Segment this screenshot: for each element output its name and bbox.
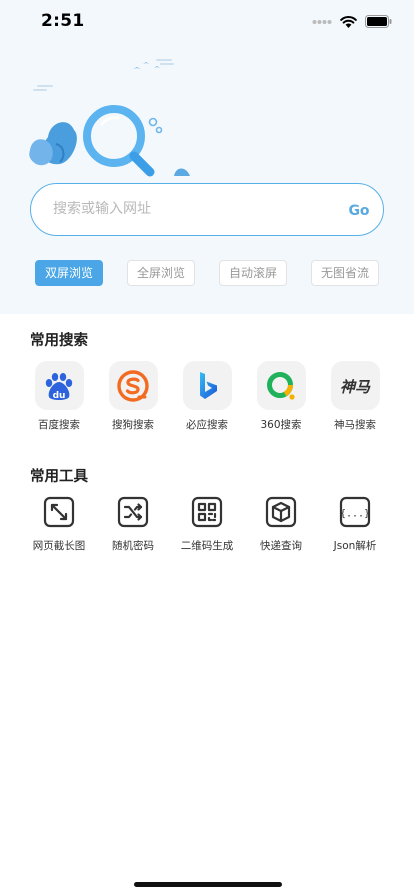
status-bar: 2:51 (0, 0, 414, 46)
engine-sogou[interactable]: 搜狗搜索 (96, 361, 170, 432)
engine-bing[interactable]: 必应搜索 (170, 361, 244, 432)
baidu-logo-text: du (53, 391, 66, 401)
wifi-icon (340, 16, 357, 28)
browse-mode-tabs: 双屏浏览 全屏浏览 自动滚屏 无图省流 (35, 260, 385, 286)
tab-auto-scroll[interactable]: 自动滚屏 (219, 260, 287, 286)
search-illustration (29, 59, 190, 177)
tool-label: 网页截长图 (32, 540, 86, 552)
tool-long-screenshot[interactable]: 网页截长图 (22, 495, 96, 553)
tool-random-password[interactable]: 随机密码 (96, 495, 170, 553)
shuffle-icon (109, 495, 158, 529)
search-bar[interactable]: Go (30, 183, 384, 236)
engine-baidu[interactable]: du 百度搜索 (22, 361, 96, 432)
tool-label: Json解析 (333, 540, 377, 552)
360-icon (256, 361, 306, 410)
expand-icon (35, 495, 84, 529)
tool-label: 快递查询 (260, 540, 302, 552)
tool-json-parse[interactable]: {...} Json解析 (318, 495, 392, 553)
bing-icon (182, 361, 232, 410)
tool-express-query[interactable]: 快递查询 (244, 495, 318, 553)
bird-icon (133, 62, 160, 69)
shenma-icon: 神马 (330, 361, 380, 410)
package-icon (257, 495, 306, 529)
home-indicator[interactable] (134, 882, 282, 887)
json-icon-text: {...} (340, 509, 370, 520)
engine-label: 360搜索 (260, 419, 302, 431)
search-input[interactable] (53, 184, 333, 234)
go-label: Go (348, 203, 369, 219)
engine-label: 百度搜索 (38, 419, 80, 431)
signal-icon (312, 19, 332, 24)
cloud-icon (33, 59, 174, 91)
shell-icon (174, 168, 190, 176)
tool-label: 随机密码 (112, 540, 154, 552)
magnifier-icon (83, 105, 155, 177)
engine-label: 必应搜索 (186, 419, 228, 431)
status-icons (312, 15, 392, 28)
tab-dual-screen[interactable]: 双屏浏览 (35, 260, 103, 286)
tool-label: 二维码生成 (180, 540, 234, 552)
qrcode-icon (183, 495, 232, 529)
baidu-icon: du (34, 361, 84, 410)
tool-qrcode[interactable]: 二维码生成 (170, 495, 244, 553)
sogou-icon (108, 361, 158, 410)
shenma-logo-text: 神马 (340, 378, 371, 396)
common-tools-title: 常用工具 (30, 469, 88, 485)
bubble-icon (148, 117, 163, 134)
battery-icon (365, 15, 392, 28)
go-button[interactable]: Go (347, 199, 371, 219)
json-braces-icon: {...} (331, 495, 380, 529)
tab-no-image[interactable]: 无图省流 (311, 260, 379, 286)
engine-shenma[interactable]: 神马 神马搜索 (318, 361, 392, 432)
status-time: 2:51 (41, 11, 85, 31)
engine-label: 搜狗搜索 (112, 419, 154, 431)
engine-360[interactable]: 360搜索 (244, 361, 318, 432)
common-search-title: 常用搜索 (30, 333, 88, 349)
tab-fullscreen[interactable]: 全屏浏览 (127, 260, 195, 286)
engine-label: 神马搜索 (334, 419, 376, 431)
leaf-icon (29, 122, 77, 166)
